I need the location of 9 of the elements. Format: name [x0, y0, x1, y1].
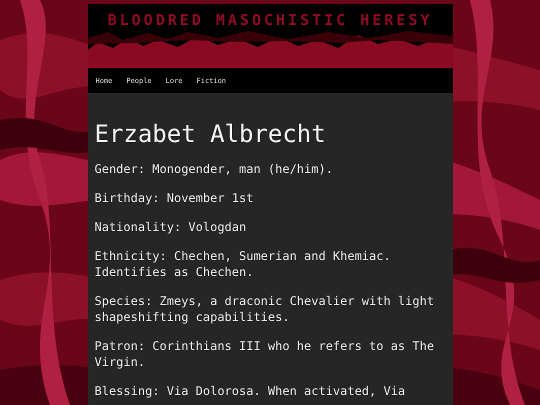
paragraph: Ethnicity: Chechen, Sumerian and Khemiac. Identifies as Chechen.	[94, 248, 392, 280]
paragraph: Birthday: November 1st	[94, 190, 254, 206]
paragraph: Blessing: Via Dolorosa. When activated, Via	[94, 383, 406, 399]
paragraph: Gender: Monogender, man (he/him).	[94, 161, 334, 177]
paragraph: Nationality: Vologdan	[94, 219, 248, 235]
paragraph: Species: Zmeys, a draconic Chevalier with light shapeshifting capabilities.	[94, 293, 436, 325]
site-title: BLOODRED MASOCHISTIC HERESY	[106, 10, 434, 29]
paragraph: Patron: Corinthians III who he refers to as The Virgin.	[94, 338, 436, 370]
page-heading: Erzabet Albrecht	[94, 119, 327, 149]
